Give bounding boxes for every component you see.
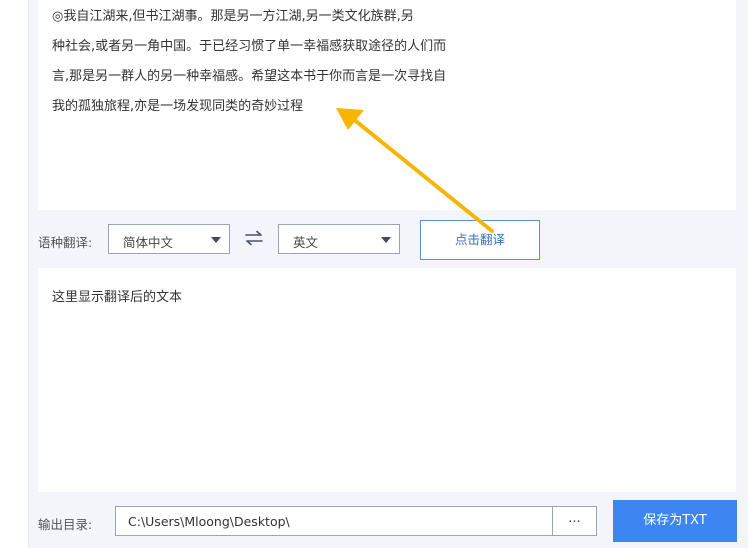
source-text-line: 种社会,或者另一角中国。于已经习惯了单一幸福感获取途径的人们而 [52, 39, 447, 54]
save-txt-button[interactable]: 保存为TXT [613, 500, 737, 542]
source-text-area[interactable]: ◎我自江湖来,但书江湖事。那是另一方江湖,另一类文化族群,另 种社会,或者另一角… [38, 0, 736, 210]
source-language-value: 简体中文 [123, 235, 174, 250]
translated-text-area[interactable]: 这里显示翻译后的文本 [38, 268, 736, 492]
source-text-line: 我的孤独旅程,亦是一场发现同类的奇妙过程 [52, 99, 304, 114]
source-language-select[interactable]: 简体中文 [108, 224, 230, 254]
source-text-line: 言,那是另一群人的另一种幸福感。希望这本书于你而言是一次寻找自 [52, 69, 447, 84]
language-label: 语种翻译: [38, 235, 93, 250]
output-dir-input[interactable] [115, 506, 553, 536]
output-placeholder: 这里显示翻译后的文本 [52, 290, 183, 305]
source-text-line: ◎我自江湖来,但书江湖事。那是另一方江湖,另一类文化族群,另 [52, 9, 414, 24]
chevron-down-icon [211, 237, 221, 243]
target-language-value: 英文 [293, 235, 319, 250]
swap-arrows-icon[interactable] [244, 230, 264, 246]
target-language-select[interactable]: 英文 [278, 224, 400, 254]
translate-button[interactable]: 点击翻译 [420, 220, 540, 260]
chevron-down-icon [381, 237, 391, 243]
left-sidebar-strip [0, 0, 29, 548]
source-text: ◎我自江湖来,但书江湖事。那是另一方江湖,另一类文化族群,另 种社会,或者另一角… [52, 2, 492, 122]
browse-button[interactable]: ... [552, 506, 597, 536]
output-dir-label: 输出目录: [38, 517, 93, 532]
translator-window: ◎我自江湖来,但书江湖事。那是另一方江湖,另一类文化族群,另 种社会,或者另一角… [0, 0, 748, 548]
